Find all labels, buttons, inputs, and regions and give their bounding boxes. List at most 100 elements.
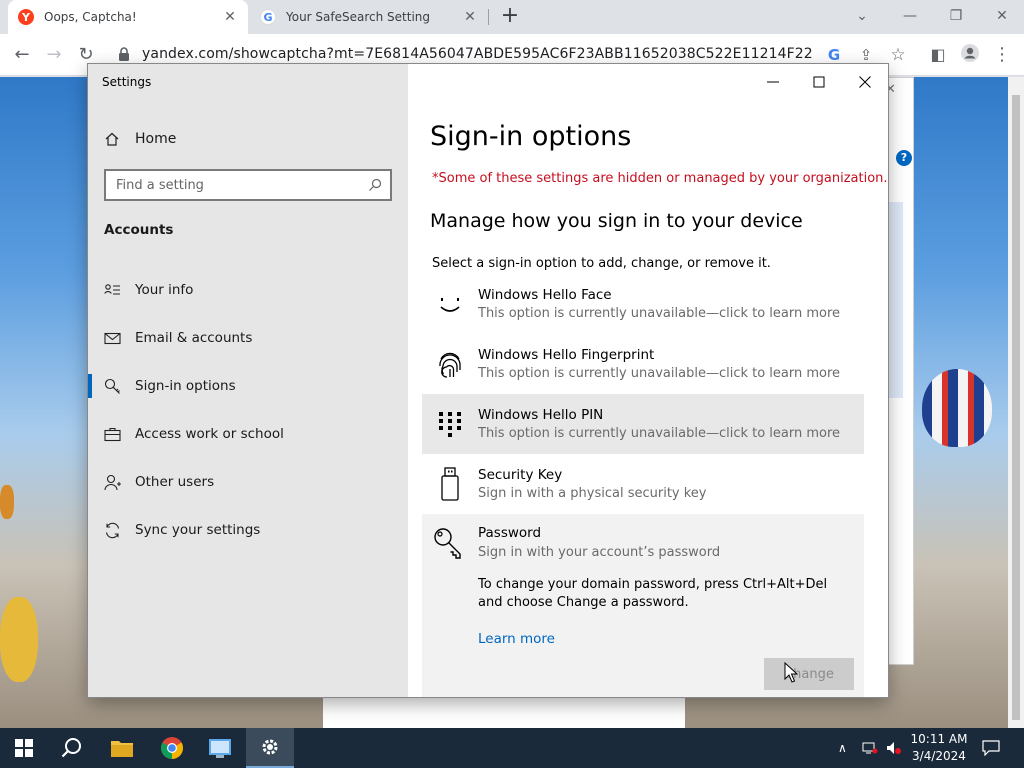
sidebar-item-label: Your info	[135, 282, 194, 298]
sidebar-item-home[interactable]: Home	[104, 128, 394, 150]
sign-in-options-list: Windows Hello Face This option is curren…	[422, 274, 864, 514]
close-tab-icon[interactable]: ✕	[222, 9, 238, 25]
section-heading: Accounts	[104, 222, 174, 238]
option-windows-hello-pin[interactable]: Windows Hello PIN This option is current…	[422, 394, 864, 454]
address-bar-url[interactable]: yandex.com/showcaptcha?mt=7E6814A56047AB…	[142, 46, 812, 62]
window-title: Settings	[102, 75, 152, 89]
settings-window: Settings Home Accounts Your info	[88, 64, 888, 697]
hot-air-balloon-image	[0, 485, 14, 519]
search-input[interactable]	[116, 177, 368, 193]
sidebar-item-label: Other users	[135, 474, 215, 490]
tab-title: Your SafeSearch Setting	[286, 10, 431, 24]
tab-search-chevron-icon[interactable]: ⌄	[848, 4, 876, 28]
show-hidden-icons-chevron-icon[interactable]: ∧	[838, 728, 847, 768]
learn-more-link[interactable]: Learn more	[478, 631, 555, 647]
maximize-icon[interactable]	[804, 70, 834, 94]
file-explorer-icon[interactable]	[98, 728, 146, 768]
sidebar-item-email-accounts[interactable]: Email & accounts	[88, 314, 408, 362]
sidebar-item-other-users[interactable]: Other users	[88, 458, 408, 506]
option-security-key[interactable]: Security Key Sign in with a physical sec…	[422, 454, 864, 514]
help-icon[interactable]: ?	[896, 150, 912, 166]
tab-oops-captcha[interactable]: Y Oops, Captcha! ✕	[8, 0, 248, 34]
sidebar-item-sync-your-settings[interactable]: Sync your settings	[88, 506, 408, 554]
person-card-icon	[104, 283, 120, 295]
sidebar-item-access-work-or-school[interactable]: Access work or school	[88, 410, 408, 458]
instruction-text: Select a sign-in option to add, change, …	[432, 256, 771, 271]
change-password-note: To change your domain password, press Ct…	[478, 577, 828, 610]
control-panel-icon[interactable]	[196, 728, 244, 768]
sidebar-item-label: Home	[135, 131, 177, 147]
pin-keypad-icon	[439, 412, 461, 437]
managed-by-organization-warning: *Some of these settings are hidden or ma…	[432, 171, 888, 186]
background-card	[323, 698, 685, 728]
smiley-face-icon	[440, 298, 460, 312]
close-browser-icon[interactable]: ✕	[988, 4, 1016, 28]
side-panel-icon[interactable]: ◧	[926, 43, 950, 67]
option-title: Password	[478, 525, 542, 541]
scrollbar-thumb[interactable]	[1012, 95, 1020, 720]
key-icon	[104, 378, 120, 394]
option-title: Windows Hello PIN	[478, 407, 604, 423]
option-description: This option is currently unavailable—cli…	[478, 366, 841, 381]
close-icon[interactable]	[850, 70, 880, 94]
chrome-icon[interactable]	[148, 728, 196, 768]
volume-muted-icon[interactable]	[886, 728, 902, 768]
option-description: Sign in with your account’s password	[478, 545, 721, 560]
page-title: Sign-in options	[430, 121, 632, 152]
minimize-browser-icon[interactable]: —	[896, 4, 924, 28]
sidebar-nav-list: Your info Email & accounts Sign-in optio…	[88, 266, 408, 554]
google-favicon-icon: G	[260, 9, 276, 25]
bookmark-star-icon[interactable]: ☆	[886, 43, 910, 67]
action-center-notification-icon[interactable]	[982, 728, 1000, 768]
search-icon[interactable]	[48, 728, 96, 768]
hot-air-balloon-image	[922, 369, 992, 447]
settings-gear-icon[interactable]	[246, 728, 294, 768]
sidebar-item-your-info[interactable]: Your info	[88, 266, 408, 314]
taskbar-clock[interactable]: 10:11 AM 3/4/2024	[906, 731, 972, 765]
option-title: Windows Hello Face	[478, 287, 612, 303]
mouse-pointer-icon	[784, 662, 798, 683]
change-password-button[interactable]: Change	[764, 658, 854, 690]
settings-sidebar: Settings Home Accounts Your info	[88, 64, 408, 697]
option-windows-hello-face[interactable]: Windows Hello Face This option is curren…	[422, 274, 864, 334]
forward-arrow-icon[interactable]: →	[42, 43, 66, 67]
fingerprint-icon	[439, 352, 461, 378]
section-subtitle: Manage how you sign in to your device	[430, 210, 803, 232]
clock-time: 10:11 AM	[910, 732, 968, 746]
back-arrow-icon[interactable]: ←	[10, 43, 34, 67]
profile-avatar-icon[interactable]	[958, 43, 982, 67]
search-icon[interactable]	[368, 178, 382, 192]
network-icon[interactable]	[862, 728, 878, 768]
sync-icon	[105, 522, 120, 538]
sidebar-item-label: Sync your settings	[135, 522, 261, 538]
restore-browser-icon[interactable]: ❐	[942, 4, 970, 28]
browser-menu-icon[interactable]: ⋮	[990, 43, 1014, 67]
tab-title: Oops, Captcha!	[44, 10, 137, 24]
tab-safesearch-setting[interactable]: G Your SafeSearch Setting ✕	[250, 0, 488, 34]
option-title: Security Key	[478, 467, 563, 483]
lock-icon[interactable]	[118, 47, 130, 61]
sidebar-item-sign-in-options[interactable]: Sign-in options	[88, 362, 408, 410]
sidebar-item-label: Access work or school	[135, 426, 284, 442]
sidebar-item-label: Sign-in options	[135, 378, 236, 394]
option-description: This option is currently unavailable—cli…	[478, 426, 841, 441]
settings-content-pane: Sign-in options *Some of these settings …	[408, 64, 888, 697]
new-tab-plus-icon[interactable]: +	[498, 5, 522, 29]
envelope-icon	[104, 332, 121, 344]
close-tab-icon[interactable]: ✕	[462, 9, 478, 25]
tab-divider	[488, 9, 489, 25]
option-description: This option is currently unavailable—cli…	[478, 306, 841, 321]
briefcase-icon	[104, 427, 121, 441]
usb-security-key-icon	[441, 467, 459, 501]
clock-date: 3/4/2024	[912, 749, 966, 763]
option-description: Sign in with a physical security key	[478, 486, 707, 501]
option-title: Windows Hello Fingerprint	[478, 347, 655, 363]
start-windows-icon[interactable]	[0, 728, 48, 768]
person-add-icon	[104, 474, 121, 490]
option-windows-hello-fingerprint[interactable]: Windows Hello Fingerprint This option is…	[422, 334, 864, 394]
password-key-icon	[434, 528, 461, 559]
minimize-icon[interactable]	[758, 70, 788, 94]
find-setting-search-box[interactable]	[104, 169, 392, 201]
page-scrollbar[interactable]	[1008, 77, 1024, 728]
yandex-favicon-icon: Y	[18, 9, 34, 25]
